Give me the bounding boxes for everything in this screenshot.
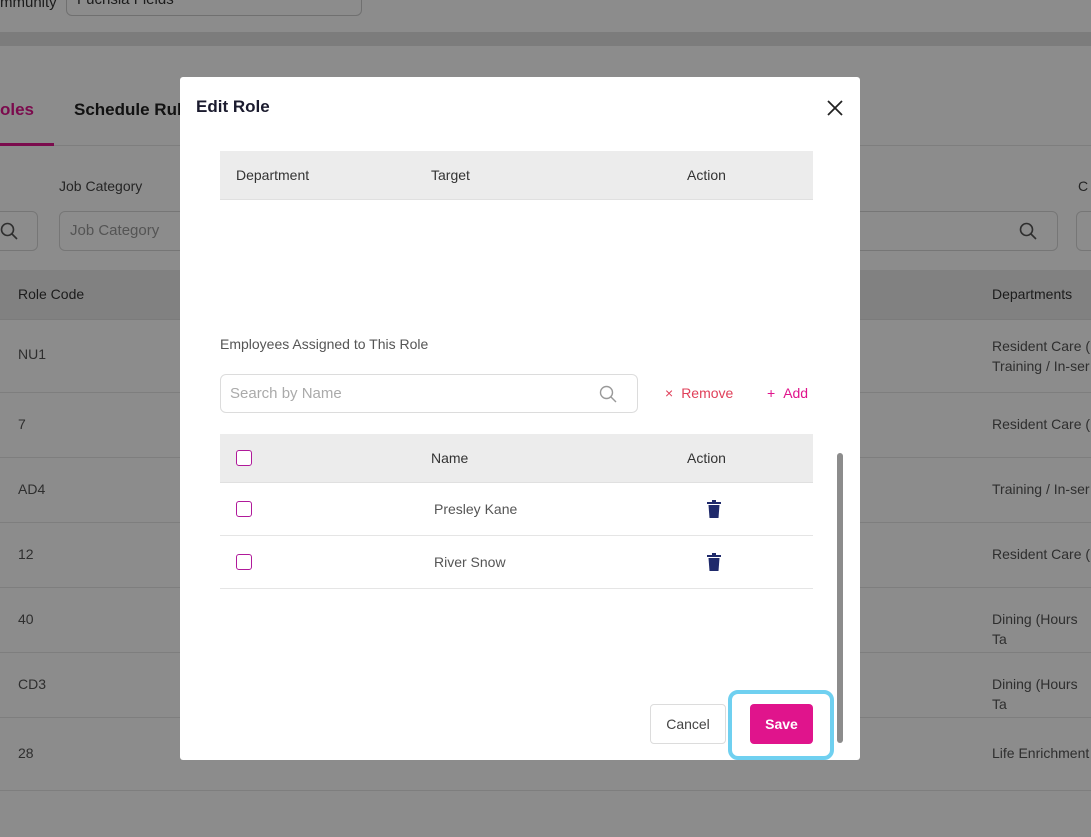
employee-name: Presley Kane — [434, 501, 518, 517]
trash-icon[interactable] — [707, 500, 721, 518]
column-header-target: Target — [431, 167, 470, 183]
trash-icon[interactable] — [707, 553, 721, 571]
table-row: Presley Kane — [220, 483, 813, 536]
add-button[interactable]: + Add — [767, 385, 808, 401]
column-header-action: Action — [687, 167, 726, 183]
employee-table-header: Name Action — [220, 434, 813, 483]
save-button[interactable]: Save — [750, 704, 813, 744]
employees-section-label: Employees Assigned to This Role — [220, 336, 429, 352]
close-icon[interactable] — [824, 97, 846, 119]
add-label: Add — [783, 385, 809, 401]
plus-icon: + — [767, 385, 776, 401]
column-header-action: Action — [687, 450, 726, 466]
column-header-department: Department — [236, 167, 310, 183]
cancel-button[interactable]: Cancel — [650, 704, 726, 744]
row-checkbox[interactable] — [236, 501, 252, 517]
scrollbar[interactable] — [837, 453, 843, 743]
employee-search-box — [220, 374, 638, 413]
close-icon: × — [665, 385, 674, 401]
employee-name: River Snow — [434, 554, 506, 570]
remove-button[interactable]: × Remove — [665, 385, 733, 401]
table-row: River Snow — [220, 536, 813, 589]
search-icon — [599, 385, 617, 403]
employee-search-input[interactable] — [221, 375, 581, 412]
modal-title: Edit Role — [196, 97, 270, 116]
row-checkbox[interactable] — [236, 554, 252, 570]
select-all-checkbox[interactable] — [236, 450, 252, 466]
column-header-name: Name — [431, 450, 469, 466]
remove-label: Remove — [681, 385, 734, 401]
department-table-header: Department Target Action — [220, 151, 813, 200]
edit-role-modal: Edit Role Department Target Action Emplo… — [180, 77, 860, 760]
